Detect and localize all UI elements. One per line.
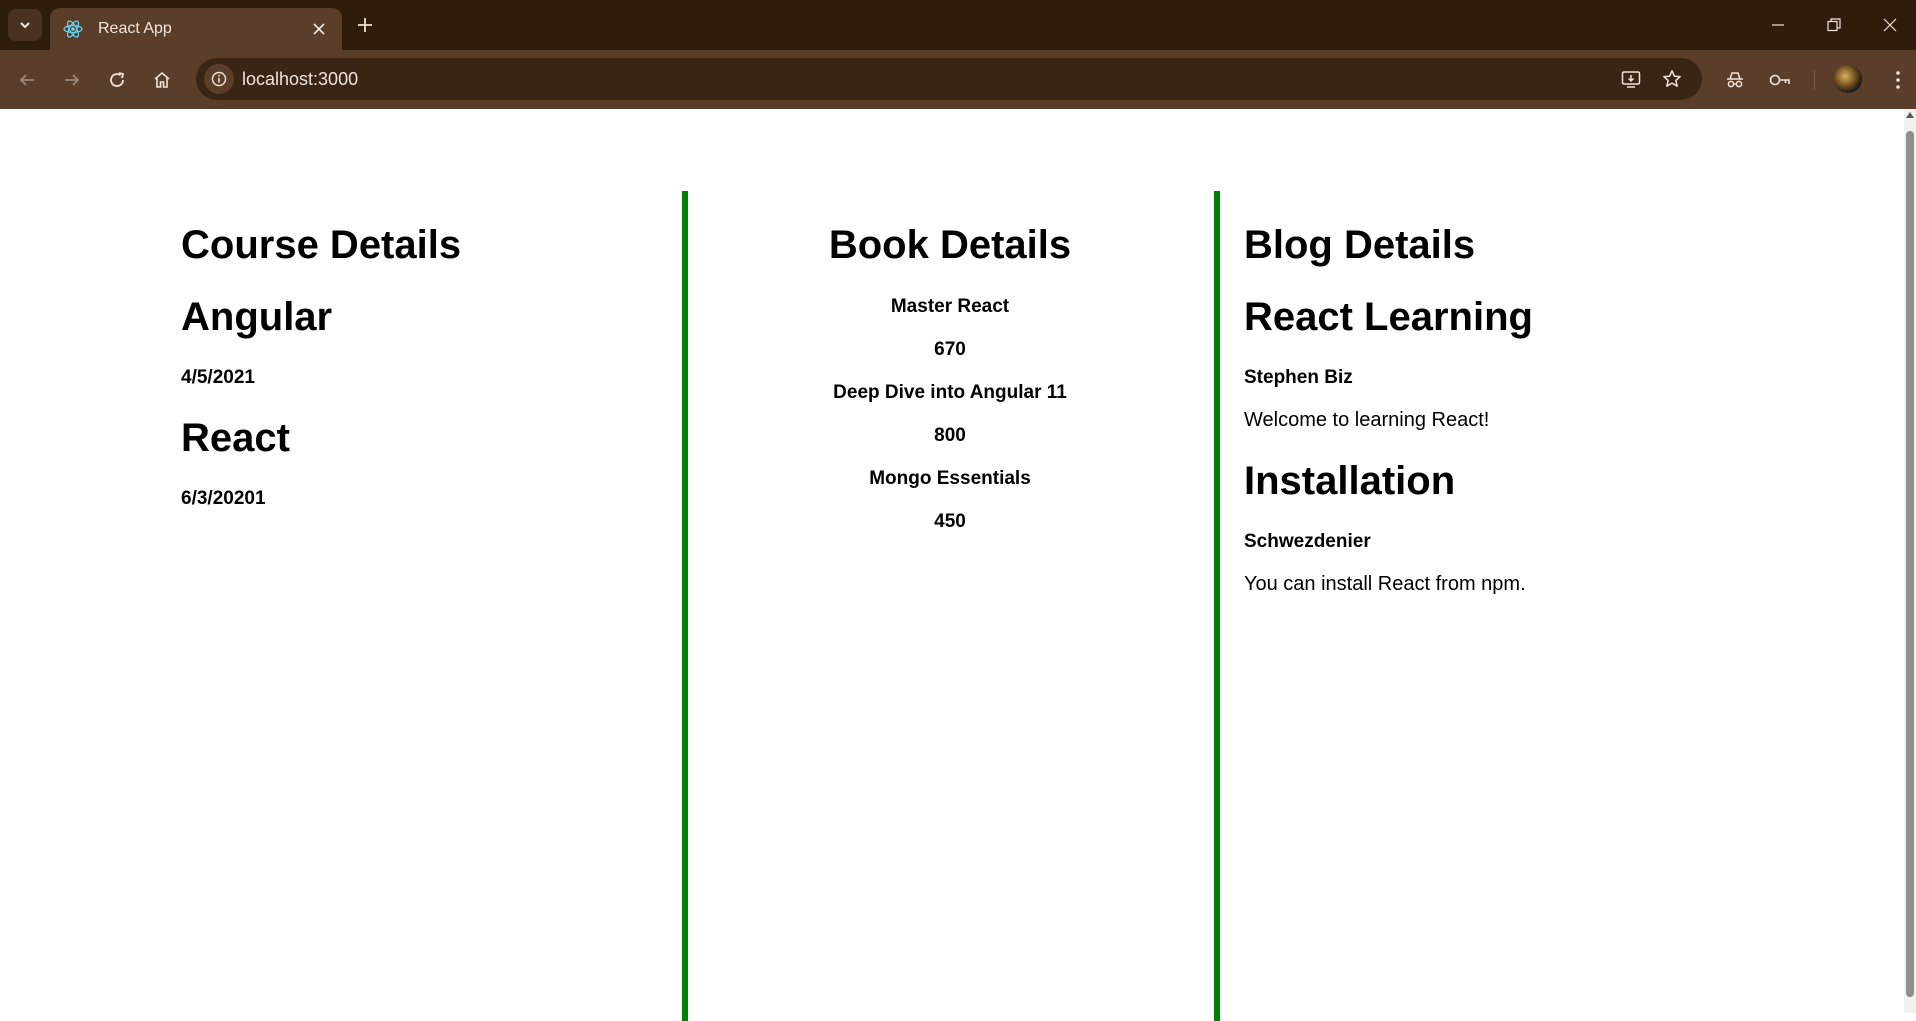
address-bar[interactable]: localhost:3000 [196, 58, 1702, 100]
close-icon [1883, 18, 1897, 32]
tab-title: React App [98, 20, 172, 37]
page-viewport: Course Details Angular 4/5/2021 React 6/… [0, 109, 1904, 1021]
book-name: Deep Dive into Angular 11 [833, 382, 1067, 403]
book-price: 800 [934, 425, 966, 446]
tab-search-button[interactable] [8, 9, 42, 41]
home-button[interactable] [147, 65, 177, 95]
book-price: 670 [934, 339, 966, 360]
forward-button[interactable] [57, 65, 87, 95]
react-logo-icon [62, 18, 84, 40]
course-heading: Course Details [181, 223, 462, 267]
reload-button[interactable] [102, 65, 132, 95]
book-name: Master React [890, 296, 1010, 317]
toolbar-separator [1814, 70, 1815, 90]
password-key-icon[interactable] [1764, 64, 1796, 96]
book-price: 450 [934, 511, 966, 532]
column-divider [682, 191, 688, 1021]
minimize-icon [1772, 24, 1784, 26]
blog-title: Installation [1244, 459, 1456, 503]
browser-tab[interactable]: React App [50, 8, 342, 50]
blog-author: Stephen Biz [1244, 367, 1353, 388]
reload-icon [110, 72, 125, 87]
scrollbar-thumb[interactable] [1906, 131, 1914, 997]
restore-button[interactable] [1814, 10, 1854, 40]
url-text[interactable]: localhost:3000 [242, 69, 358, 90]
vertical-scrollbar[interactable] [1904, 109, 1916, 1013]
window-close-button[interactable] [1870, 10, 1910, 40]
home-icon [154, 71, 170, 88]
arrow-left-icon [19, 74, 34, 86]
tab-strip: React App [0, 0, 1916, 50]
course-date: 6/3/20201 [181, 488, 266, 509]
browser-toolbar: localhost:3000 [0, 50, 1916, 109]
book-heading: Book Details [828, 223, 1072, 267]
incognito-icon[interactable] [1719, 64, 1751, 96]
course-name: React [181, 416, 290, 460]
course-name: Angular [181, 295, 333, 339]
book-name: Mongo Essentials [869, 468, 1031, 489]
restore-icon [1827, 18, 1841, 32]
blog-content: Welcome to learning React! [1244, 409, 1490, 431]
course-date: 4/5/2021 [181, 367, 255, 388]
close-icon[interactable] [308, 18, 330, 40]
blog-heading: Blog Details [1244, 223, 1476, 267]
bookmark-star-icon[interactable] [1657, 64, 1687, 94]
blog-title: React Learning [1244, 295, 1533, 339]
blog-content: You can install React from npm. [1244, 573, 1526, 595]
new-tab-button[interactable] [352, 12, 378, 38]
minimize-button[interactable] [1758, 10, 1798, 40]
site-info-icon[interactable] [204, 64, 234, 94]
chevron-down-icon [20, 22, 30, 29]
arrow-right-icon [65, 74, 80, 86]
column-divider [1214, 191, 1220, 1021]
profile-avatar[interactable] [1834, 65, 1862, 93]
blog-author: Schwezdenier [1244, 531, 1371, 552]
more-menu-icon[interactable] [1882, 64, 1914, 96]
plus-icon [358, 18, 372, 32]
install-app-icon[interactable] [1616, 64, 1646, 94]
scroll-up-arrow-icon[interactable] [1906, 112, 1914, 118]
back-button[interactable] [12, 65, 42, 95]
